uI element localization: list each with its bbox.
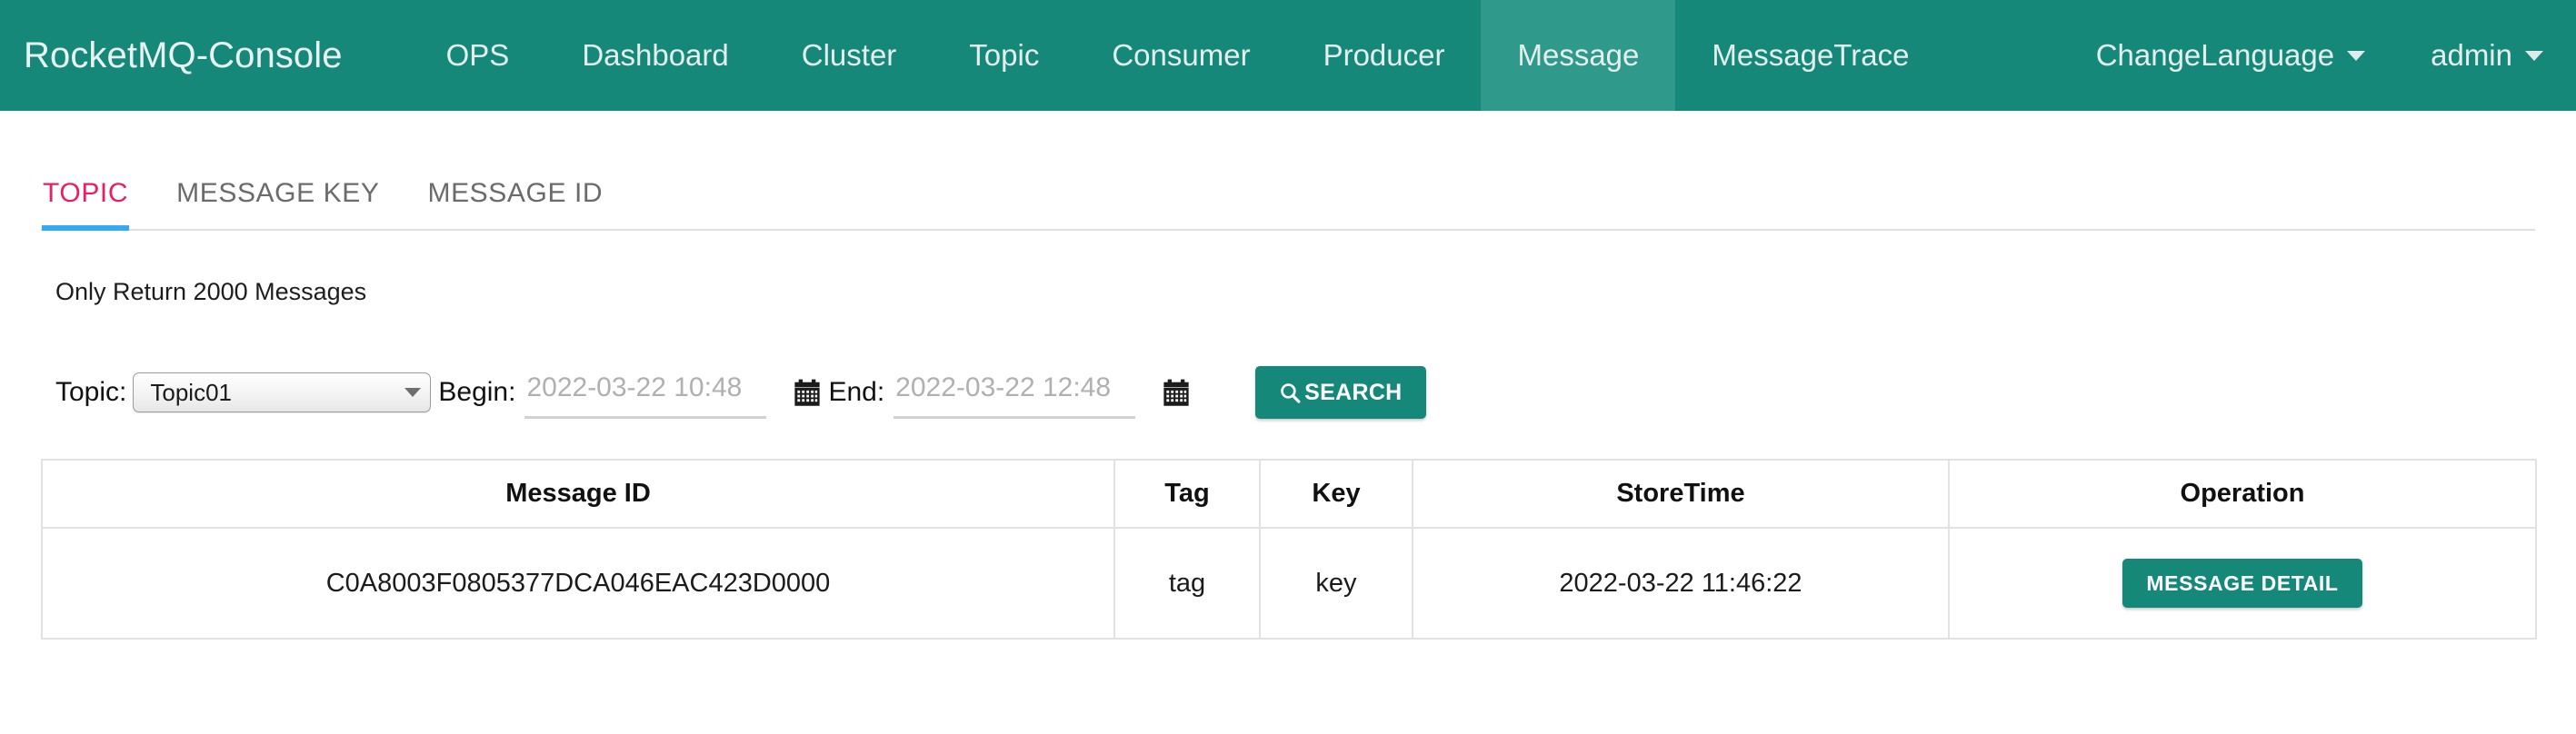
brand-logo[interactable]: RocketMQ-Console — [0, 0, 363, 111]
message-results-table: Message ID Tag Key StoreTime Operation C… — [41, 459, 2537, 640]
search-button-label: SEARCH — [1304, 379, 1403, 405]
search-form: Topic: Topic01 Begin: 2022-03-22 10:48 E… — [55, 361, 2535, 424]
nav-item-topic[interactable]: Topic — [933, 0, 1075, 111]
message-detail-button[interactable]: MESSAGE DETAIL — [2122, 559, 2362, 608]
navbar-right-group: ChangeLanguage admin — [2063, 0, 2576, 111]
change-language-dropdown[interactable]: ChangeLanguage — [2063, 0, 2398, 111]
chevron-down-icon — [2347, 50, 2366, 61]
chevron-down-icon — [2525, 50, 2543, 61]
user-menu-label: admin — [2431, 38, 2512, 72]
col-header-operation: Operation — [1948, 459, 2537, 529]
col-header-key: Key — [1259, 459, 1413, 529]
change-language-label: ChangeLanguage — [2095, 38, 2335, 72]
nav-item-dashboard[interactable]: Dashboard — [545, 0, 764, 111]
search-button[interactable]: SEARCH — [1255, 366, 1426, 419]
end-time-input[interactable] — [894, 366, 1136, 419]
nav-item-messagetrace[interactable]: MessageTrace — [1675, 0, 1945, 111]
cell-tag: tag — [1113, 527, 1261, 640]
calendar-icon — [794, 379, 821, 406]
tab-message-id[interactable]: MESSAGE ID — [427, 178, 603, 229]
nav-item-producer[interactable]: Producer — [1287, 0, 1482, 111]
table-row: C0A8003F0805377DCA046EAC423D0000 tag key… — [41, 527, 2537, 640]
chevron-down-icon — [404, 388, 422, 397]
begin-calendar-button[interactable] — [794, 379, 821, 407]
page-content: TOPIC MESSAGE KEY MESSAGE ID Only Return… — [0, 165, 2576, 640]
table-body: C0A8003F0805377DCA046EAC423D0000 tag key… — [41, 527, 2537, 640]
nav-item-ops[interactable]: OPS — [410, 0, 546, 111]
primary-nav: OPS Dashboard Cluster Topic Consumer Pro… — [410, 0, 1946, 111]
cell-operation: MESSAGE DETAIL — [1948, 527, 2537, 640]
tab-topic[interactable]: TOPIC — [41, 178, 130, 231]
search-icon — [1281, 382, 1301, 403]
begin-label: Begin: — [438, 377, 516, 407]
user-menu-dropdown[interactable]: admin — [2398, 0, 2576, 111]
cell-key: key — [1259, 527, 1413, 640]
col-header-storetime: StoreTime — [1412, 459, 1950, 529]
topic-select[interactable]: Topic01 — [133, 372, 432, 412]
result-limit-notice: Only Return 2000 Messages — [55, 278, 367, 305]
col-header-message-id: Message ID — [41, 459, 1115, 529]
cell-storetime: 2022-03-22 11:46:22 — [1412, 527, 1950, 640]
cell-message-id: C0A8003F0805377DCA046EAC423D0000 — [41, 527, 1115, 640]
nav-item-cluster[interactable]: Cluster — [765, 0, 934, 111]
nav-item-message[interactable]: Message — [1481, 0, 1676, 111]
end-label: End: — [828, 377, 885, 407]
topic-select-value: Topic01 — [150, 378, 232, 406]
search-mode-tabs: TOPIC MESSAGE KEY MESSAGE ID — [41, 165, 2535, 231]
col-header-tag: Tag — [1113, 459, 1261, 529]
tab-message-key[interactable]: MESSAGE KEY — [176, 178, 379, 229]
topic-label: Topic: — [55, 377, 127, 407]
begin-time-input[interactable] — [524, 366, 767, 419]
end-calendar-button[interactable] — [1163, 379, 1190, 407]
table-head: Message ID Tag Key StoreTime Operation — [41, 459, 2537, 529]
top-navbar: RocketMQ-Console OPS Dashboard Cluster T… — [0, 0, 2576, 111]
nav-item-consumer[interactable]: Consumer — [1075, 0, 1286, 111]
table-header-row: Message ID Tag Key StoreTime Operation — [41, 459, 2537, 529]
calendar-icon — [1163, 379, 1189, 406]
